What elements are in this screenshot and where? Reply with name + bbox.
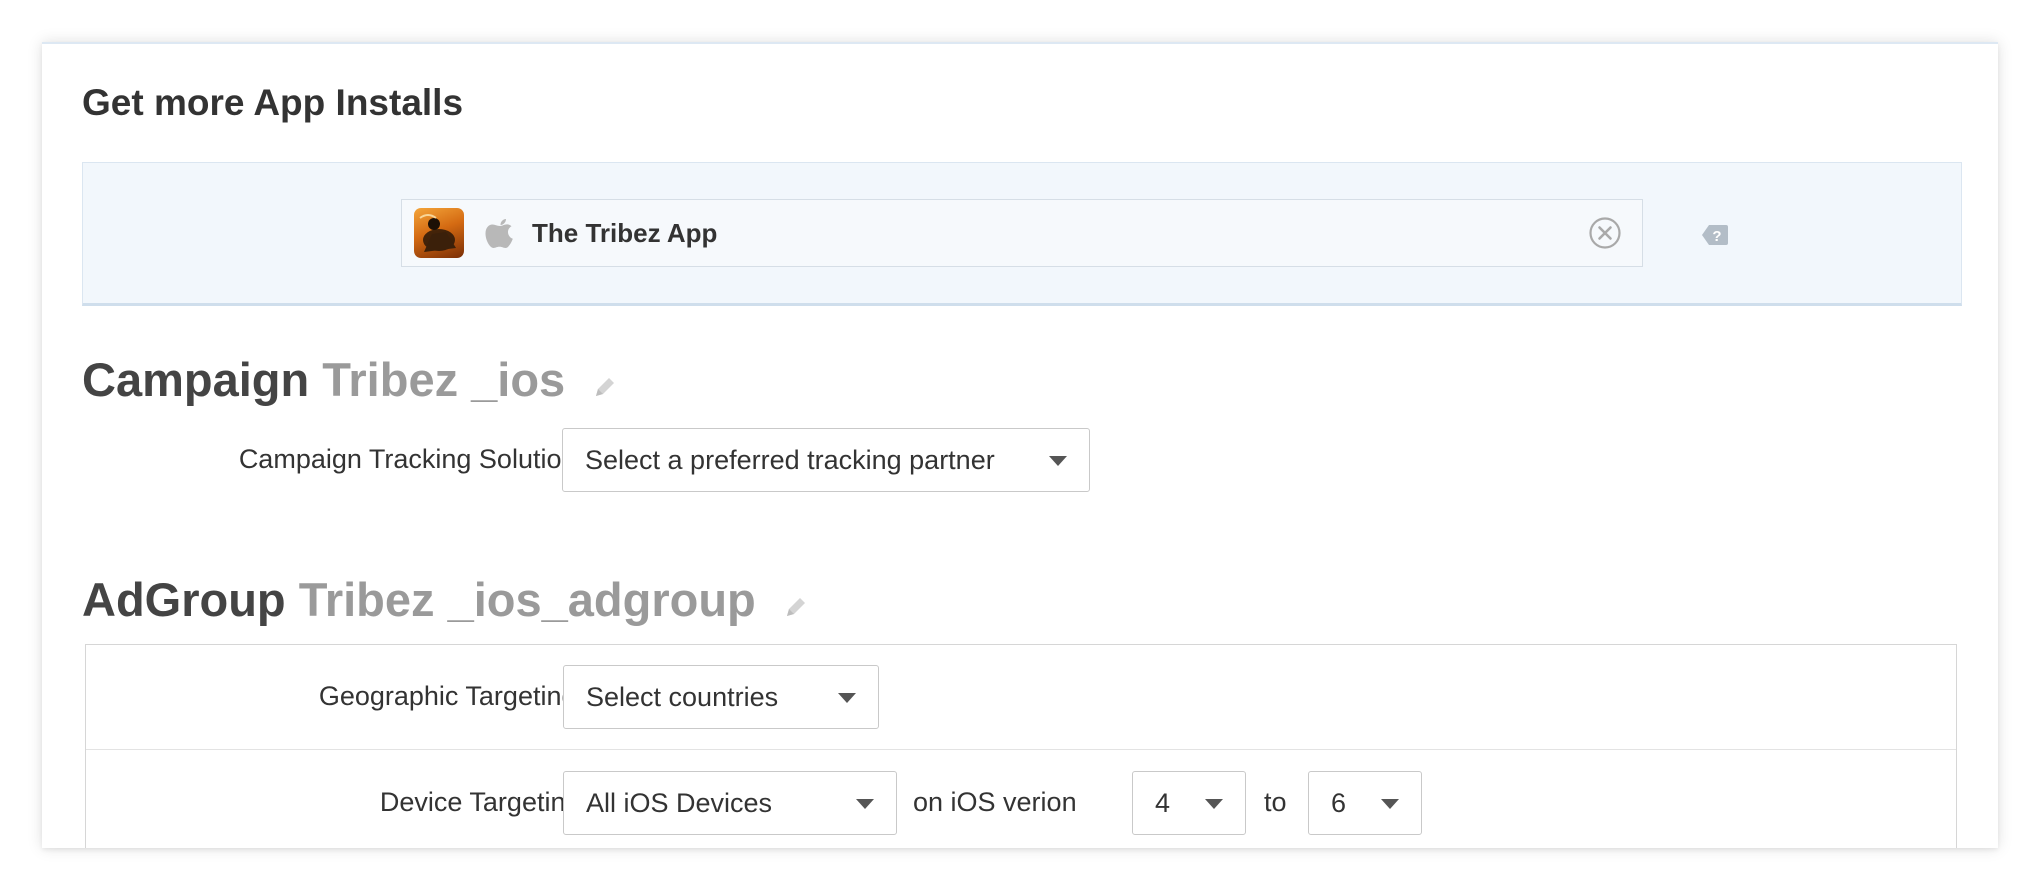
chevron-down-icon (1049, 456, 1067, 466)
to-label: to (1264, 787, 1287, 817)
chevron-down-icon (856, 799, 874, 809)
os-min-select[interactable]: 4 (1132, 771, 1246, 835)
campaign-label: Campaign (82, 353, 310, 406)
adgroup-heading: AdGroup Tribez _ios_adgroup (82, 572, 809, 631)
apple-icon (484, 215, 516, 256)
chevron-down-icon (1381, 799, 1399, 809)
os-min-value: 4 (1155, 788, 1171, 818)
pencil-icon[interactable] (783, 576, 809, 631)
chevron-down-icon (838, 693, 856, 703)
pencil-icon[interactable] (592, 356, 618, 411)
os-max-select[interactable]: 6 (1308, 771, 1422, 835)
chevron-down-icon (1205, 799, 1223, 809)
app-selector-panel: The Tribez App ? (82, 162, 1962, 306)
countries-select[interactable]: Select countries (563, 665, 879, 729)
adgroup-label: AdGroup (82, 573, 286, 626)
app-install-card: Get more App Installs The Tribez App ? C… (42, 42, 1998, 848)
app-icon (414, 208, 464, 258)
adgroup-name: Tribez _ios_adgroup (298, 573, 756, 626)
os-max-value: 6 (1331, 788, 1347, 818)
app-selector[interactable]: The Tribez App (401, 199, 1643, 267)
help-icon[interactable]: ? (1701, 223, 1729, 252)
svg-text:?: ? (1712, 228, 1721, 245)
tracking-partner-select[interactable]: Select a preferred tracking partner (562, 428, 1090, 492)
os-version-label: on iOS verion (913, 787, 1077, 817)
device-targeting-label: Device Targeting: (379, 787, 588, 817)
targeting-table: Geographic Targeting: Select countries D… (85, 644, 1957, 848)
close-circle-icon[interactable] (1588, 216, 1622, 255)
countries-value: Select countries (586, 682, 779, 712)
device-value: All iOS Devices (586, 788, 773, 818)
campaign-name: Tribez _ios (322, 353, 566, 406)
tracking-partner-value: Select a preferred tracking partner (585, 445, 995, 475)
geo-targeting-label: Geographic Targeting: (318, 681, 584, 711)
tracking-solution-label: Campaign Tracking Solution: (238, 444, 584, 474)
row-divider (86, 749, 1956, 750)
app-name: The Tribez App (532, 218, 718, 248)
device-select[interactable]: All iOS Devices (563, 771, 897, 835)
campaign-heading: Campaign Tribez _ios (82, 352, 618, 411)
page-title: Get more App Installs (82, 82, 464, 123)
